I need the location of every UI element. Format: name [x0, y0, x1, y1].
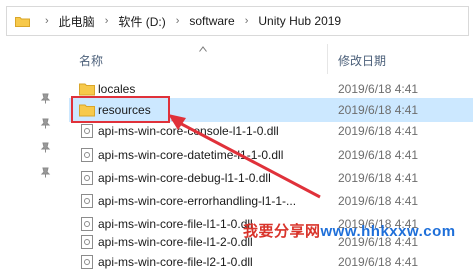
annotation-arrow-icon [168, 114, 321, 199]
watermark-prefix: 我要分享网 [243, 223, 321, 240]
file-name: api-ms-win-core-file-l2-1-0.dll [98, 255, 253, 269]
dll-file-icon [81, 255, 93, 269]
watermark-url: www.hhkxxw.com [320, 223, 456, 240]
watermark: 我要分享网www.hhkxxw.com [243, 220, 456, 241]
file-date: 2019/6/18 4:41 [338, 255, 419, 269]
